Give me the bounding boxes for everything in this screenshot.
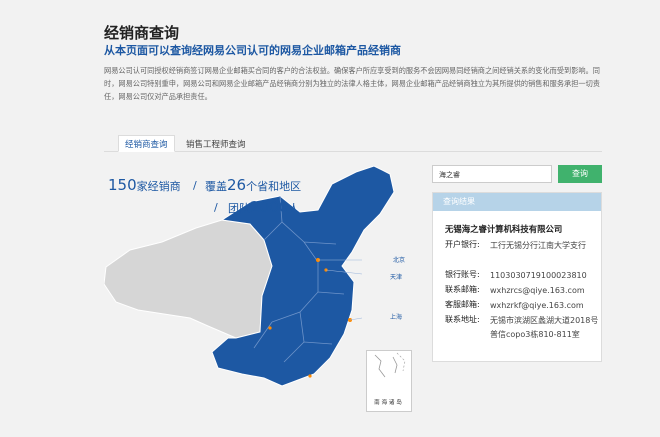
search-button[interactable]: 查询 xyxy=(558,165,602,183)
south-sea-icon xyxy=(374,352,406,378)
map-region-west xyxy=(104,219,273,339)
chengdu-marker xyxy=(268,326,272,330)
search-input[interactable]: 海之睿 xyxy=(432,165,552,183)
result-field-account: 银行账号: 1103030719100023810 xyxy=(445,270,587,280)
stat-team: 团队2000人 xyxy=(228,198,300,216)
result-header: 查询结果 xyxy=(433,193,601,211)
result-field-service-email: 客服邮箱: wxhzrkf@qiye.163.com xyxy=(445,300,584,310)
result-field-address: 联系地址: 无锡市滨湖区蠡湖大道2018号普信copo3栋810-811室 xyxy=(445,315,599,339)
tab-bar: 经销商查询 销售工程师查询 xyxy=(104,135,602,152)
result-field-email: 联系邮箱: wxhzrcs@qiye.163.com xyxy=(445,285,585,295)
city-label-beijing: 北京 xyxy=(393,257,406,264)
city-label-tianjin: 天津 xyxy=(390,274,403,281)
city-label-shanghai: 上海 xyxy=(390,314,403,321)
guangzhou-marker xyxy=(308,374,312,378)
stat-coverage: 覆盖26个省和地区 xyxy=(205,176,302,194)
stat-dealers: 150家经销商 xyxy=(108,176,181,194)
result-company: 无锡海之睿计算机科技有限公司 xyxy=(445,224,563,234)
page-title: 经销商查询 xyxy=(104,24,180,42)
result-panel: 查询结果 无锡海之睿计算机科技有限公司 开户银行: 工行无锡分行江南大学支行 银行… xyxy=(432,192,602,362)
stat-slash-1: / xyxy=(193,179,197,192)
south-sea-label: 南 海 诸 岛 xyxy=(374,400,402,406)
page-description: 网易公司认可同授权经销商签订网易企业邮箱买合同的客户的合法权益。确保客户所应享受… xyxy=(104,66,600,101)
stat-slash-2: / xyxy=(214,201,218,214)
page-subtitle: 从本页面可以查询经网易公司认可的网易企业邮箱产品经销商 xyxy=(104,44,401,57)
result-field-bank: 开户银行: 工行无锡分行江南大学支行 xyxy=(445,240,586,250)
tab-sales-engineer-query[interactable]: 销售工程师查询 xyxy=(186,138,246,150)
tab-dealer-query[interactable]: 经销商查询 xyxy=(118,135,175,152)
